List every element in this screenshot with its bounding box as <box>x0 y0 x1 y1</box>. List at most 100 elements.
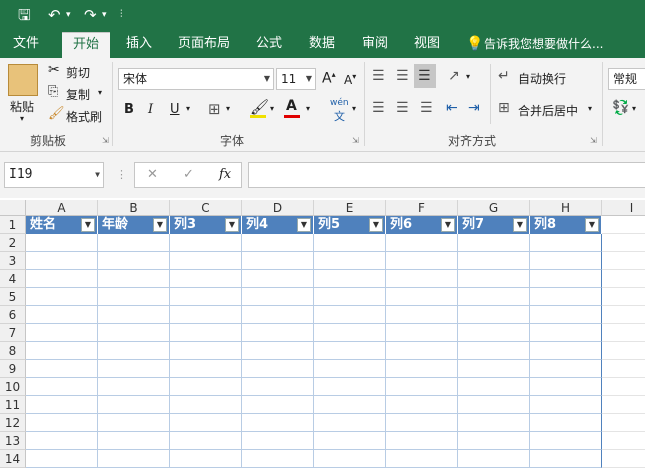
table-cell[interactable] <box>458 288 530 306</box>
filter-dropdown-icon[interactable]: ▼ <box>513 218 527 232</box>
cancel-icon[interactable]: ✕ <box>147 167 158 182</box>
row-header-9[interactable]: 9 <box>0 360 26 378</box>
tell-me-search[interactable]: 告诉我您想要做什么... <box>484 32 614 58</box>
table-cell[interactable] <box>458 234 530 252</box>
redo-dropdown-icon[interactable]: ▾ <box>102 4 107 26</box>
column-header-H[interactable]: H <box>530 200 602 216</box>
table-cell[interactable] <box>314 432 386 450</box>
borders-dropdown-icon[interactable]: ▾ <box>226 104 230 113</box>
column-header-B[interactable]: B <box>98 200 170 216</box>
table-cell[interactable] <box>26 396 98 414</box>
table-cell[interactable] <box>602 432 645 450</box>
table-cell[interactable] <box>602 414 645 432</box>
table-header-cell[interactable]: 列3 ▼ <box>170 216 242 234</box>
table-cell[interactable] <box>530 324 602 342</box>
currency-format-icon[interactable]: 💱 <box>612 100 629 116</box>
table-cell[interactable] <box>98 306 170 324</box>
table-cell[interactable] <box>458 324 530 342</box>
row-header-11[interactable]: 11 <box>0 396 26 414</box>
table-cell[interactable] <box>26 378 98 396</box>
table-cell[interactable] <box>26 270 98 288</box>
table-cell[interactable] <box>458 396 530 414</box>
filter-dropdown-icon[interactable]: ▼ <box>441 218 455 232</box>
row-header-12[interactable]: 12 <box>0 414 26 432</box>
table-cell[interactable] <box>170 288 242 306</box>
bold-button[interactable]: B <box>124 102 134 117</box>
underline-dropdown-icon[interactable]: ▾ <box>186 104 190 113</box>
table-cell[interactable] <box>314 324 386 342</box>
align-left-icon[interactable]: ☰ <box>372 100 385 116</box>
row-header-2[interactable]: 2 <box>0 234 26 252</box>
row-header-13[interactable]: 13 <box>0 432 26 450</box>
column-header-A[interactable]: A <box>26 200 98 216</box>
table-cell[interactable] <box>170 432 242 450</box>
filter-dropdown-icon[interactable]: ▼ <box>297 218 311 232</box>
table-header-cell[interactable]: 姓名 ▼ <box>26 216 98 234</box>
table-cell[interactable] <box>242 360 314 378</box>
align-middle-icon[interactable]: ☰ <box>396 68 409 84</box>
table-cell[interactable] <box>242 288 314 306</box>
font-color-dropdown-icon[interactable]: ▾ <box>306 104 310 113</box>
table-cell[interactable] <box>98 450 170 468</box>
table-cell[interactable] <box>26 306 98 324</box>
column-header-D[interactable]: D <box>242 200 314 216</box>
filter-dropdown-icon[interactable]: ▼ <box>153 218 167 232</box>
dialog-launcher-icon[interactable]: ⇲ <box>352 136 359 145</box>
table-cell[interactable] <box>98 342 170 360</box>
table-cell[interactable] <box>242 342 314 360</box>
table-cell[interactable] <box>170 252 242 270</box>
table-cell[interactable] <box>242 432 314 450</box>
table-cell[interactable] <box>386 360 458 378</box>
table-cell[interactable] <box>602 270 645 288</box>
table-cell[interactable] <box>170 306 242 324</box>
row-header-4[interactable]: 4 <box>0 270 26 288</box>
table-cell[interactable] <box>386 450 458 468</box>
table-cell[interactable] <box>314 414 386 432</box>
tab-home[interactable]: 开始 <box>62 32 110 58</box>
name-box[interactable]: I19 ▼ <box>4 162 104 188</box>
merge-center-button[interactable]: 合并后居中 <box>518 102 578 119</box>
table-cell[interactable] <box>98 252 170 270</box>
orientation-icon[interactable]: ↗ <box>448 68 460 84</box>
undo-dropdown-icon[interactable]: ▾ <box>66 4 71 26</box>
table-cell[interactable] <box>314 342 386 360</box>
merge-dropdown-icon[interactable]: ▾ <box>588 104 592 113</box>
fill-color-icon[interactable]: 🖌 <box>250 98 269 116</box>
table-cell[interactable] <box>242 378 314 396</box>
tab-insert[interactable]: 插入 <box>118 32 160 58</box>
table-cell[interactable] <box>602 324 645 342</box>
table-cell[interactable] <box>26 288 98 306</box>
table-cell[interactable] <box>386 288 458 306</box>
table-cell[interactable] <box>602 342 645 360</box>
row-header-6[interactable]: 6 <box>0 306 26 324</box>
table-cell[interactable] <box>242 252 314 270</box>
table-cell[interactable] <box>242 450 314 468</box>
table-header-cell[interactable]: 年龄 ▼ <box>98 216 170 234</box>
table-cell[interactable] <box>314 378 386 396</box>
table-cell[interactable] <box>530 378 602 396</box>
table-cell[interactable] <box>26 234 98 252</box>
table-cell[interactable] <box>602 306 645 324</box>
decrease-font-icon[interactable]: A▾ <box>344 72 356 87</box>
currency-dropdown-icon[interactable]: ▾ <box>632 104 636 113</box>
table-cell[interactable] <box>530 252 602 270</box>
formula-input[interactable] <box>248 162 645 188</box>
table-cell[interactable] <box>314 252 386 270</box>
customize-icon[interactable]: ⫶ <box>120 4 123 26</box>
align-right-icon[interactable]: ☰ <box>420 100 433 116</box>
row-header-8[interactable]: 8 <box>0 342 26 360</box>
table-cell[interactable] <box>170 270 242 288</box>
table-cell[interactable] <box>458 432 530 450</box>
row-header-14[interactable]: 14 <box>0 450 26 468</box>
table-cell[interactable] <box>98 396 170 414</box>
table-cell[interactable] <box>602 234 645 252</box>
tab-data[interactable]: 数据 <box>300 32 344 58</box>
wrap-text-button[interactable]: 自动换行 <box>518 70 566 87</box>
table-cell[interactable] <box>386 414 458 432</box>
copy-button[interactable]: 复制 <box>66 86 90 103</box>
table-cell[interactable] <box>386 396 458 414</box>
row-header-3[interactable]: 3 <box>0 252 26 270</box>
table-cell[interactable] <box>314 306 386 324</box>
table-cell[interactable] <box>314 450 386 468</box>
table-cell[interactable] <box>530 270 602 288</box>
